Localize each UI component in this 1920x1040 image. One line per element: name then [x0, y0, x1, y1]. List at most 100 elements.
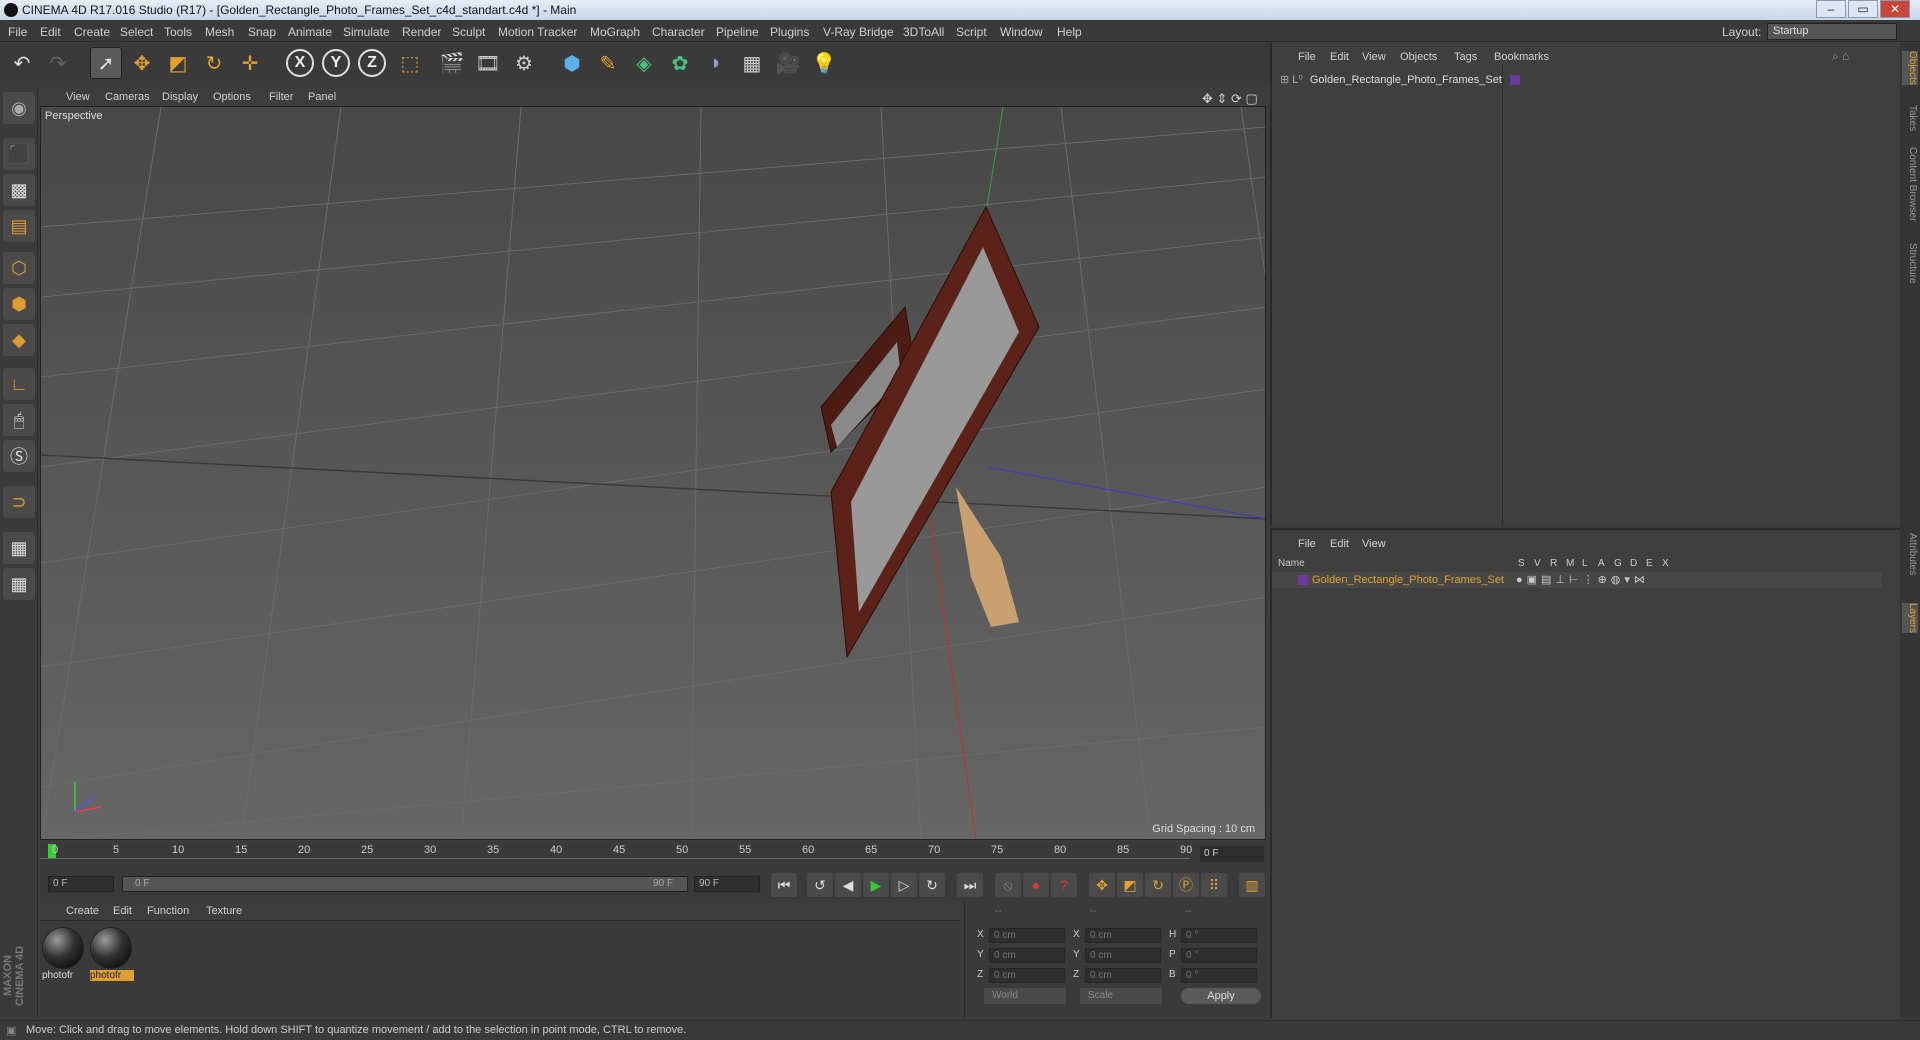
- timeline-layout-icon[interactable]: ▥: [1239, 873, 1265, 897]
- objects-menu-file[interactable]: File: [1298, 51, 1316, 63]
- undo-icon[interactable]: ↶: [6, 47, 38, 79]
- axis-mode-icon[interactable]: ∟: [3, 368, 35, 400]
- planar-workplane-icon[interactable]: ▦: [3, 568, 35, 600]
- edges-mode-icon[interactable]: ⬢: [3, 288, 35, 320]
- locked-workplane-icon[interactable]: ▦: [3, 532, 35, 564]
- move-tool-icon[interactable]: ✥: [126, 47, 158, 79]
- material-menu-create[interactable]: Create: [66, 905, 99, 917]
- viewport-menu-view[interactable]: View: [66, 91, 90, 103]
- rotate-tool-icon[interactable]: ↻: [198, 47, 230, 79]
- menu-simulate[interactable]: Simulate: [343, 25, 390, 39]
- layer-row[interactable]: Golden_Rectangle_Photo_Frames_Set ●▣▤⊥⊢⋮…: [1272, 572, 1882, 588]
- tab-content-browser[interactable]: Content Browser: [1902, 147, 1918, 221]
- objects-menu-tags[interactable]: Tags: [1454, 51, 1477, 63]
- menu-tools[interactable]: Tools: [164, 25, 192, 39]
- key-parameter-icon[interactable]: Ⓟ: [1173, 873, 1199, 897]
- rotation-p-field[interactable]: 0 °: [1181, 948, 1257, 963]
- tab-attributes[interactable]: Attributes: [1902, 533, 1918, 575]
- current-frame-field[interactable]: 0 F: [1200, 846, 1264, 862]
- tab-objects[interactable]: Objects: [1902, 51, 1918, 85]
- position-z-field[interactable]: 0 cm: [989, 968, 1065, 983]
- object-row[interactable]: ⊞ L⁰ Golden_Rectangle_Photo_Frames_Set: [1280, 73, 1502, 86]
- menu-script[interactable]: Script: [956, 25, 987, 39]
- key-position-icon[interactable]: ✥: [1089, 873, 1115, 897]
- redo-icon[interactable]: ↷: [42, 47, 74, 79]
- frame-range-slider[interactable]: 0 F 90 F: [122, 876, 688, 892]
- menu-create[interactable]: Create: [74, 25, 110, 39]
- y-axis-lock-icon[interactable]: Y: [322, 49, 350, 77]
- menu-file[interactable]: File: [8, 25, 27, 39]
- material-menu-edit[interactable]: Edit: [113, 905, 132, 917]
- close-button[interactable]: ✕: [1880, 0, 1910, 18]
- make-editable-icon[interactable]: ◉: [3, 92, 35, 124]
- viewport-nav-icon[interactable]: ✥ ⇕ ⟳ ▢: [1202, 91, 1258, 107]
- magnet-icon[interactable]: ⊃: [3, 486, 35, 518]
- scale-tool-icon[interactable]: ◩: [162, 47, 194, 79]
- search-icon[interactable]: ⌕ ⌂: [1832, 49, 1849, 64]
- keyframe-help-icon[interactable]: ?: [1051, 873, 1077, 897]
- menu-motion-tracker[interactable]: Motion Tracker: [498, 25, 577, 39]
- position-x-field[interactable]: 0 cm: [989, 928, 1065, 943]
- viewport-menu-filter[interactable]: Filter: [269, 91, 293, 103]
- key-rotation-icon[interactable]: ↻: [1145, 873, 1171, 897]
- size-y-field[interactable]: 0 cm: [1085, 948, 1161, 963]
- subdivision-icon[interactable]: ◈: [628, 47, 660, 79]
- play-icon[interactable]: ▶: [863, 873, 889, 897]
- tab-takes[interactable]: Takes: [1902, 105, 1918, 131]
- workplane-icon[interactable]: ▤: [3, 210, 35, 242]
- menu-animate[interactable]: Animate: [288, 25, 332, 39]
- texture-mode-icon[interactable]: ▩: [3, 174, 35, 206]
- layout-select[interactable]: Startup: [1767, 23, 1897, 40]
- menu-sculpt[interactable]: Sculpt: [452, 25, 485, 39]
- floor-grid-icon[interactable]: ▦: [736, 47, 768, 79]
- viewport-menu-display[interactable]: Display: [162, 91, 198, 103]
- render-picture-viewer-icon[interactable]: 🎞: [472, 47, 504, 79]
- render-view-icon[interactable]: 🎬: [436, 47, 468, 79]
- layer-toggle-icons[interactable]: ●▣▤⊥⊢⋮⊕◍▾⋈: [1516, 573, 1649, 586]
- z-axis-lock-icon[interactable]: Z: [358, 49, 386, 77]
- objects-menu-objects[interactable]: Objects: [1400, 51, 1437, 63]
- menu-mograph[interactable]: MoGraph: [590, 25, 640, 39]
- tab-structure[interactable]: Structure: [1902, 243, 1918, 284]
- coord-space-select[interactable]: World: [984, 988, 1066, 1004]
- material-swatch[interactable]: photofr: [42, 927, 86, 983]
- key-pla-icon[interactable]: ⠿: [1201, 873, 1227, 897]
- minimize-button[interactable]: –: [1816, 0, 1846, 18]
- layers-menu-view[interactable]: View: [1362, 538, 1386, 550]
- model-mode-icon[interactable]: ⬛: [3, 138, 35, 170]
- material-menu-function[interactable]: Function: [147, 905, 189, 917]
- coordinate-system-icon[interactable]: ⬚: [394, 47, 426, 79]
- layer-color-tag[interactable]: [1510, 75, 1520, 85]
- deformer-icon[interactable]: ◗: [700, 47, 732, 79]
- light-bulb-icon[interactable]: 💡: [808, 47, 840, 79]
- menu-3dtoall[interactable]: 3DToAll: [903, 25, 944, 39]
- next-frame-icon[interactable]: ▷: [891, 873, 917, 897]
- tab-layers[interactable]: Layers: [1902, 603, 1918, 634]
- polygons-mode-icon[interactable]: ◆: [3, 324, 35, 356]
- objects-menu-bookmarks[interactable]: Bookmarks: [1494, 51, 1549, 63]
- transform-icon[interactable]: ✛: [234, 47, 266, 79]
- 3d-viewport[interactable]: Perspective Grid Spacing : 10 cm: [40, 106, 1266, 840]
- cube-primitive-icon[interactable]: ⬢: [556, 47, 588, 79]
- end-frame-field[interactable]: 90 F: [694, 876, 760, 892]
- points-mode-icon[interactable]: ⬡: [3, 252, 35, 284]
- layers-menu-file[interactable]: File: [1298, 538, 1316, 550]
- objects-menu-view[interactable]: View: [1362, 51, 1386, 63]
- prev-key-icon[interactable]: ↺: [807, 873, 833, 897]
- objects-menu-edit[interactable]: Edit: [1330, 51, 1349, 63]
- coord-mode-select[interactable]: Scale: [1080, 988, 1162, 1004]
- rotation-b-field[interactable]: 0 °: [1181, 968, 1257, 983]
- record-icon[interactable]: ●: [1023, 873, 1049, 897]
- menu-snap[interactable]: Snap: [248, 25, 276, 39]
- material-swatch-selected[interactable]: photofr: [90, 927, 134, 983]
- start-frame-field[interactable]: 0 F: [48, 876, 114, 892]
- timeline-ruler[interactable]: 0 5 10 15 20 25 30 35 40 45 50 55 60 65 …: [40, 842, 1266, 866]
- key-scale-icon[interactable]: ◩: [1117, 873, 1143, 897]
- menu-window[interactable]: Window: [1000, 25, 1043, 39]
- menu-character[interactable]: Character: [652, 25, 705, 39]
- goto-end-icon[interactable]: ⏭: [957, 873, 983, 897]
- x-axis-lock-icon[interactable]: X: [286, 49, 314, 77]
- viewport-menu-options[interactable]: Options: [213, 91, 251, 103]
- prev-frame-icon[interactable]: ◀: [835, 873, 861, 897]
- viewport-menu-panel[interactable]: Panel: [308, 91, 336, 103]
